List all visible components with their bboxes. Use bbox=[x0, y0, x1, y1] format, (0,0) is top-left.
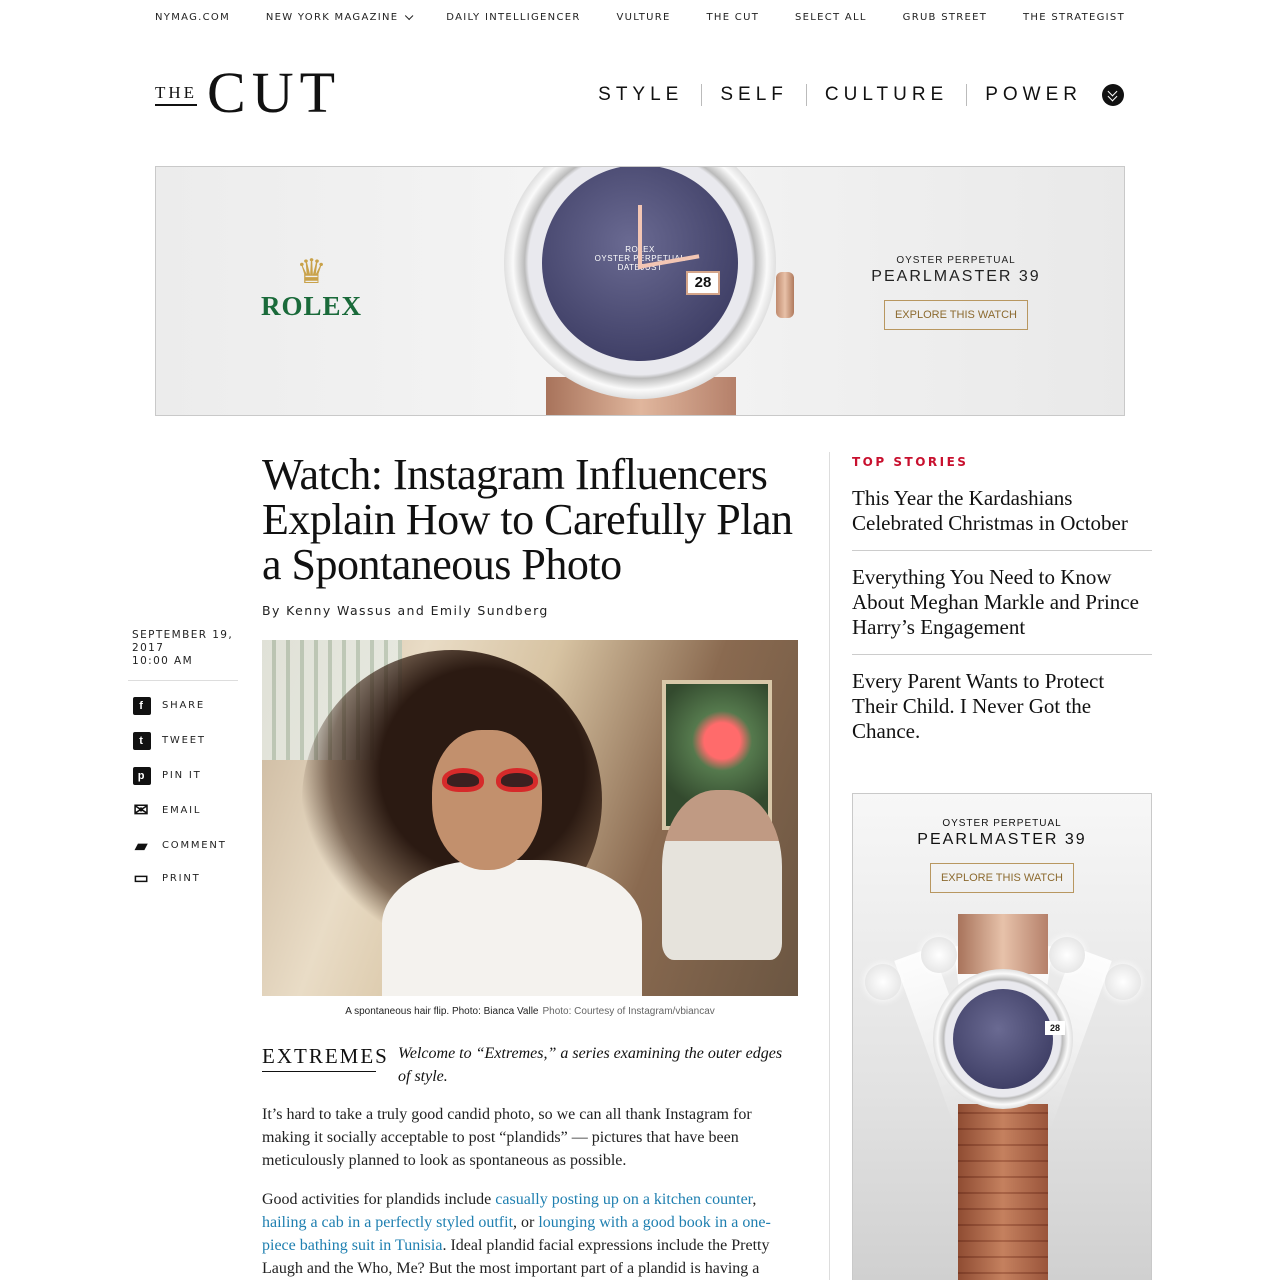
column-divider bbox=[829, 452, 830, 1280]
facebook-icon: f bbox=[133, 696, 151, 715]
extremes-series-logo[interactable]: EXTREMES bbox=[262, 1044, 387, 1072]
time-text: 10:00 AM bbox=[132, 655, 194, 667]
pinterest-icon: p bbox=[133, 766, 151, 785]
email-icon: ✉ bbox=[133, 800, 151, 820]
share-twitter[interactable]: t TWEET bbox=[133, 723, 227, 758]
text: , or bbox=[513, 1214, 539, 1231]
paragraph-1: It’s hard to take a truly good candid ph… bbox=[262, 1106, 752, 1169]
link-hailing-cab[interactable]: hailing a cab in a perfectly styled outf… bbox=[262, 1214, 513, 1231]
nav-link-select-all[interactable]: SELECT ALL bbox=[795, 12, 867, 23]
watch-dial bbox=[953, 989, 1053, 1089]
crown-icon: ♛ bbox=[296, 254, 327, 291]
article-photo[interactable] bbox=[262, 640, 798, 996]
date-window: 28 bbox=[1045, 1021, 1065, 1035]
top-stories-list: This Year the Kardashians Celebrated Chr… bbox=[852, 486, 1152, 772]
photo-shirt bbox=[382, 860, 642, 996]
byline: By Kenny Wassus and Emily Sundberg bbox=[262, 603, 549, 618]
nav-link-daily-intelligencer[interactable]: DAILY INTELLIGENCER bbox=[446, 12, 580, 23]
nav-link-the-cut[interactable]: THE CUT bbox=[706, 12, 759, 23]
chevron-down-icon bbox=[405, 11, 414, 20]
section-culture[interactable]: CULTURE bbox=[807, 84, 968, 106]
section-nav: STYLE SELF CULTURE POWER bbox=[580, 84, 1124, 106]
photo-sunglasses bbox=[442, 768, 538, 796]
link-kitchen-counter[interactable]: casually posting up on a kitchen counter bbox=[495, 1191, 752, 1208]
watch-dial: ROLEXOYSTER PERPETUALDATEJUST 28 bbox=[542, 167, 738, 361]
date-text: SEPTEMBER 19, 2017 bbox=[132, 629, 234, 654]
text: Good activities for plandids include bbox=[262, 1191, 496, 1208]
menu-toggle-icon[interactable] bbox=[1102, 84, 1124, 106]
share-label: PRINT bbox=[162, 872, 201, 884]
share-label: PIN IT bbox=[162, 770, 202, 781]
lens bbox=[496, 768, 538, 792]
top-story-link[interactable]: Everything You Need to Know About Meghan… bbox=[852, 565, 1152, 655]
share-pinterest[interactable]: p PIN IT bbox=[133, 758, 227, 793]
nav-link-new-york-magazine[interactable]: NEW YORK MAGAZINE bbox=[265, 11, 414, 23]
share-tools: f SHARE t TWEET p PIN IT ✉ EMAIL ▰ COMMENT ▭ P… bbox=[133, 688, 227, 893]
explore-watch-button[interactable]: EXPLORE THIS WATCH bbox=[883, 300, 1029, 330]
section-self[interactable]: SELF bbox=[702, 84, 807, 106]
share-label: EMAIL bbox=[162, 805, 202, 816]
top-stories-label: TOP STORIES bbox=[852, 455, 969, 469]
watch-image: ROLEXOYSTER PERPETUALDATEJUST 28 bbox=[504, 167, 776, 399]
share-facebook[interactable]: f SHARE bbox=[133, 688, 227, 723]
the-cut-logo[interactable]: THE CUT bbox=[155, 60, 342, 125]
ad-line-1: OYSTER PERPETUAL bbox=[896, 255, 1016, 266]
share-email[interactable]: ✉ EMAIL bbox=[133, 793, 227, 828]
section-style[interactable]: STYLE bbox=[580, 84, 703, 106]
explore-watch-button[interactable]: EXPLORE THIS WATCH bbox=[929, 863, 1075, 893]
crown-light bbox=[1105, 964, 1141, 1000]
rolex-wordmark: ROLEX bbox=[261, 291, 363, 321]
paragraph-2: Good activities for plandids include cas… bbox=[262, 1188, 798, 1280]
share-label: TWEET bbox=[162, 735, 206, 746]
photo-face bbox=[432, 730, 542, 870]
top-story-link[interactable]: Every Parent Wants to Protect Their Chil… bbox=[852, 669, 1152, 758]
photo-background-man bbox=[662, 790, 782, 960]
rolex-banner-ad[interactable]: ♛ ROLEX ROLEXOYSTER PERPETUALDATEJUST 28… bbox=[155, 166, 1125, 416]
article-headline: Watch: Instagram Influencers Explain How… bbox=[262, 450, 793, 589]
nav-link-nymag[interactable]: NYMAG.COM bbox=[155, 12, 230, 23]
nav-link-grub-street[interactable]: GRUB STREET bbox=[903, 12, 988, 23]
watch-image: 28 bbox=[933, 969, 1073, 1109]
nav-link-label: NEW YORK MAGAZINE bbox=[265, 12, 399, 23]
rolex-sidebar-ad[interactable]: OYSTER PERPETUAL PEARLMASTER 39 EXPLORE … bbox=[852, 793, 1152, 1280]
top-story-link[interactable]: This Year the Kardashians Celebrated Chr… bbox=[852, 486, 1152, 551]
caption-text: A spontaneous hair flip. Photo: Bianca V… bbox=[345, 1006, 539, 1017]
ad-copy: OYSTER PERPETUAL PEARLMASTER 39 EXPLORE … bbox=[853, 818, 1151, 893]
nav-link-vulture[interactable]: VULTURE bbox=[616, 12, 670, 23]
photo-caption: A spontaneous hair flip. Photo: Bianca V… bbox=[262, 1006, 798, 1017]
watch-hand bbox=[638, 205, 642, 269]
crown-light bbox=[921, 937, 957, 973]
share-label: COMMENT bbox=[162, 840, 227, 851]
ad-line-1: OYSTER PERPETUAL bbox=[942, 818, 1062, 829]
lens bbox=[442, 768, 484, 792]
section-power[interactable]: POWER bbox=[967, 84, 1100, 106]
print-icon: ▭ bbox=[133, 870, 151, 887]
share-comment[interactable]: ▰ COMMENT bbox=[133, 828, 227, 863]
share-label: SHARE bbox=[162, 700, 205, 711]
publish-date: SEPTEMBER 19, 2017 10:00 AM bbox=[132, 629, 238, 668]
twitter-icon: t bbox=[133, 731, 151, 750]
watch-crown bbox=[776, 272, 794, 318]
text: , bbox=[752, 1191, 757, 1208]
watch-bracelet bbox=[958, 1104, 1048, 1280]
crown-light bbox=[865, 964, 901, 1000]
crown-light bbox=[1049, 937, 1085, 973]
series-intro: Welcome to “Extremes,” a series examinin… bbox=[398, 1045, 783, 1085]
comment-icon: ▰ bbox=[134, 837, 150, 855]
photo-credit: Photo: Courtesy of Instagram/vbiancav bbox=[542, 1006, 715, 1017]
divider bbox=[128, 680, 238, 681]
share-print[interactable]: ▭ PRINT bbox=[133, 863, 227, 893]
logo-the: THE bbox=[155, 83, 198, 106]
logo-cut: CUT bbox=[207, 60, 342, 125]
ad-copy: OYSTER PERPETUAL PEARLMASTER 39 EXPLORE … bbox=[856, 255, 1056, 330]
network-nav: NYMAG.COM NEW YORK MAGAZINE DAILY INTELL… bbox=[155, 11, 1125, 23]
watch-strap bbox=[958, 914, 1048, 974]
rolex-logo: ♛ ROLEX bbox=[261, 255, 362, 322]
ad-line-2: PEARLMASTER 39 bbox=[917, 831, 1087, 848]
ad-line-2: PEARLMASTER 39 bbox=[871, 268, 1041, 285]
date-window: 28 bbox=[686, 271, 720, 295]
nav-link-the-strategist[interactable]: THE STRATEGIST bbox=[1023, 12, 1125, 23]
